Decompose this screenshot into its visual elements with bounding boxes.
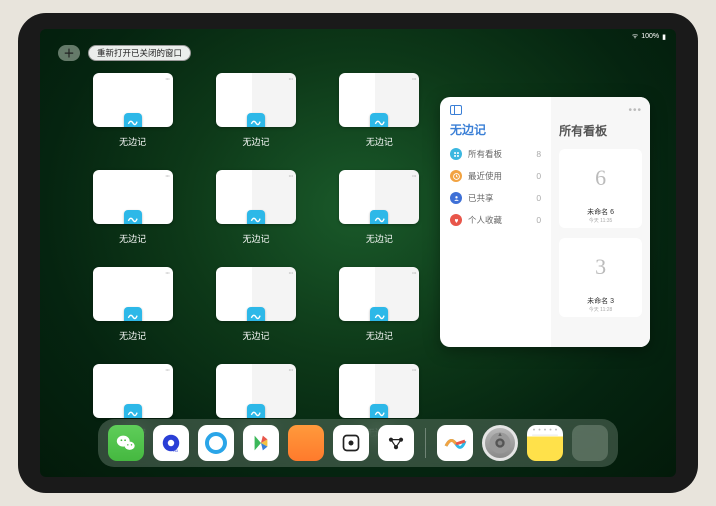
- plus-icon: ＋: [64, 45, 75, 61]
- window-thumbnail: •••: [93, 73, 173, 127]
- board-name: 未命名 3: [587, 296, 614, 306]
- sidebar-menu-item[interactable]: 个人收藏 0: [450, 214, 541, 226]
- panel-right-title: 所有看板: [559, 122, 642, 139]
- app-window[interactable]: ••• 无边记: [333, 267, 426, 342]
- dock-separator: [425, 428, 426, 458]
- sidebar-menu-item[interactable]: 最近使用 0: [450, 170, 541, 182]
- window-thumbnail: •••: [339, 364, 419, 418]
- heart-icon: [450, 214, 462, 226]
- app-window-label: 无边记: [242, 329, 269, 342]
- freeform-sidebar-panel: 无边记 所有看板8最近使用0已共享0个人收藏0 ••• 所有看板 6未命名 6今…: [440, 97, 650, 347]
- sidebar-menu-item[interactable]: 所有看板 8: [450, 148, 541, 160]
- freeform-app-icon: [370, 404, 388, 418]
- freeform-app-icon: [247, 404, 265, 418]
- battery-icon: ▮: [662, 33, 666, 41]
- topbar: ＋ 重新打开已关闭的窗口: [58, 45, 191, 61]
- panel-left-title: 无边记: [450, 121, 541, 138]
- sidebar-icon[interactable]: [450, 105, 462, 115]
- app-window[interactable]: ••• 无边记: [333, 170, 426, 245]
- freeform-app-icon: [247, 113, 265, 127]
- app-window[interactable]: ••• 无边记: [333, 73, 426, 148]
- panel-right-column: ••• 所有看板 6 未命名 6今天 11:35 3 未命名 3今天 11:28: [551, 97, 650, 347]
- app-window-label: 无边记: [366, 232, 393, 245]
- app-switcher-grid: ••• 无边记 ••• 无边记 ••• 无边记 ••• 无边记 ••• 无边记 ••• 无边记 ••• 无…: [86, 73, 426, 439]
- window-thumbnail: •••: [339, 267, 419, 321]
- app-window[interactable]: ••• 无边记: [209, 170, 302, 245]
- app-window[interactable]: ••• 无边记: [209, 73, 302, 148]
- dock-app-quark[interactable]: HD: [153, 425, 189, 461]
- panel-left-column: 无边记 所有看板 8 最近使用 0 已共享 0 个人收藏 0: [440, 97, 551, 347]
- menu-label: 个人收藏: [468, 214, 502, 226]
- board-date: 今天 11:28: [589, 306, 613, 313]
- window-thumbnail: •••: [216, 267, 296, 321]
- board-card[interactable]: 3 未命名 3今天 11:28: [559, 238, 642, 317]
- reopen-closed-window-button[interactable]: 重新打开已关闭的窗口: [88, 45, 191, 61]
- window-thumbnail: •••: [216, 170, 296, 224]
- wifi-icon: ᯤ: [632, 32, 638, 41]
- board-date: 今天 11:35: [589, 217, 613, 224]
- app-window-label: 无边记: [119, 232, 146, 245]
- reopen-label: 重新打开已关闭的窗口: [97, 47, 182, 59]
- menu-count: 0: [536, 193, 541, 203]
- app-window-label: 无边记: [119, 135, 146, 148]
- svg-text:HD: HD: [173, 449, 179, 453]
- window-thumbnail: •••: [216, 364, 296, 418]
- dock: HD: [98, 419, 618, 467]
- window-thumbnail: •••: [93, 364, 173, 418]
- menu-count: 8: [536, 149, 541, 159]
- people-icon: [450, 192, 462, 204]
- new-window-button[interactable]: ＋: [58, 45, 80, 61]
- app-window[interactable]: ••• 无边记: [209, 267, 302, 342]
- app-window-label: 无边记: [242, 232, 269, 245]
- status-bar: ᯤ 100% ▮: [632, 32, 666, 41]
- app-window[interactable]: ••• 无边记: [86, 170, 179, 245]
- dock-app-settings[interactable]: [482, 425, 518, 461]
- freeform-app-icon: [370, 307, 388, 321]
- dock-app-freeform[interactable]: [437, 425, 473, 461]
- freeform-app-icon: [124, 210, 142, 224]
- dock-app-wechat[interactable]: [108, 425, 144, 461]
- window-thumbnail: •••: [216, 73, 296, 127]
- menu-label: 已共享: [468, 192, 494, 204]
- more-icon[interactable]: •••: [628, 105, 642, 116]
- dock-app-group[interactable]: [572, 425, 608, 461]
- sidebar-menu-item[interactable]: 已共享 0: [450, 192, 541, 204]
- battery-label: 100%: [641, 33, 659, 40]
- app-window-label: 无边记: [366, 135, 393, 148]
- window-thumbnail: •••: [339, 73, 419, 127]
- dock-app-qqbrowser[interactable]: [198, 425, 234, 461]
- screen: ᯤ 100% ▮ ＋ 重新打开已关闭的窗口 ••• 无边记 ••• 无边记 ••• 无边记…: [40, 29, 676, 477]
- window-thumbnail: •••: [93, 267, 173, 321]
- board-name: 未命名 6: [587, 207, 614, 217]
- board-thumbnail: 6: [566, 153, 636, 203]
- menu-label: 所有看板: [468, 148, 502, 160]
- clock-icon: [450, 170, 462, 182]
- window-thumbnail: •••: [93, 170, 173, 224]
- freeform-app-icon: [124, 404, 142, 418]
- freeform-app-icon: [124, 113, 142, 127]
- dock-app-roam[interactable]: [333, 425, 369, 461]
- freeform-app-icon: [370, 210, 388, 224]
- freeform-app-icon: [247, 210, 265, 224]
- window-thumbnail: •••: [339, 170, 419, 224]
- dock-app-notes[interactable]: [527, 425, 563, 461]
- dock-app-books[interactable]: [288, 425, 324, 461]
- freeform-app-icon: [247, 307, 265, 321]
- freeform-app-icon: [370, 113, 388, 127]
- app-window[interactable]: ••• 无边记: [86, 267, 179, 342]
- board-thumbnail: 3: [566, 242, 636, 292]
- menu-count: 0: [536, 215, 541, 225]
- freeform-app-icon: [124, 307, 142, 321]
- board-card[interactable]: 6 未命名 6今天 11:35: [559, 149, 642, 228]
- app-window-label: 无边记: [119, 329, 146, 342]
- dock-app-nodes[interactable]: [378, 425, 414, 461]
- app-window[interactable]: ••• 无边记: [86, 73, 179, 148]
- app-window-label: 无边记: [366, 329, 393, 342]
- grid-icon: [450, 148, 462, 160]
- menu-count: 0: [536, 171, 541, 181]
- app-window-label: 无边记: [242, 135, 269, 148]
- ipad-frame: ᯤ 100% ▮ ＋ 重新打开已关闭的窗口 ••• 无边记 ••• 无边记 ••• 无边记…: [18, 13, 698, 493]
- dock-app-duosou[interactable]: [243, 425, 279, 461]
- menu-label: 最近使用: [468, 170, 502, 182]
